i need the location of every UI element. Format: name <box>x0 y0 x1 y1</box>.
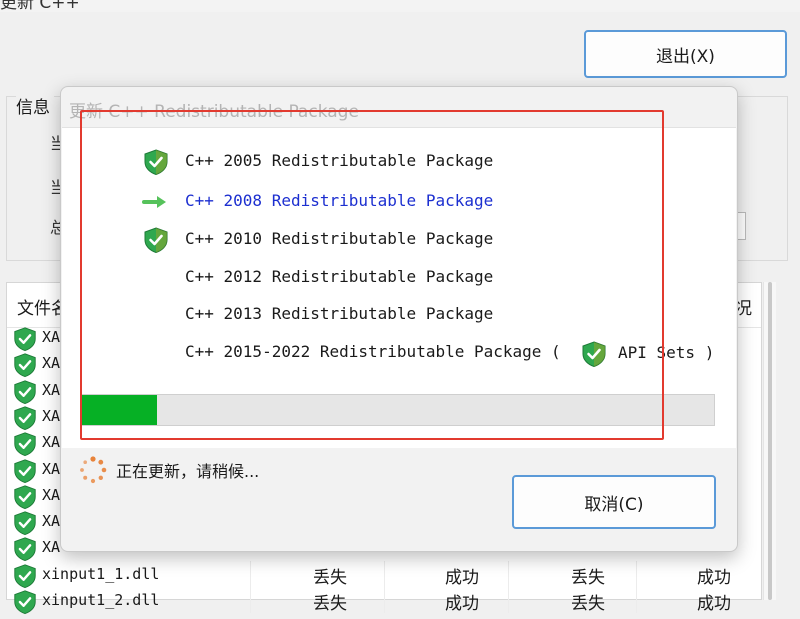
status-cell: 丢失 <box>571 568 605 588</box>
main-window-title: 更新 C++ <box>0 0 80 13</box>
status-cell: 成功 <box>697 594 731 614</box>
status-cell: 成功 <box>697 568 731 588</box>
exit-button[interactable]: 退出(X) <box>584 30 787 78</box>
file-name: XA <box>42 433 61 451</box>
status-cell: 成功 <box>445 568 479 588</box>
column-separator <box>250 561 251 587</box>
loading-spinner-icon <box>78 455 108 489</box>
cancel-button[interactable]: 取消(C) <box>512 475 716 529</box>
info-group-label: 信息 <box>16 93 54 118</box>
status-cell: 丢失 <box>313 568 347 588</box>
file-name: XA <box>42 328 61 346</box>
column-separator <box>250 587 251 613</box>
file-name: XA <box>42 381 61 399</box>
file-name: XA <box>42 512 61 530</box>
status-cell: 丢失 <box>313 594 347 614</box>
main-titlebar: 更新 C++ <box>0 0 800 13</box>
status-text: 正在更新，请稍候... <box>116 462 260 481</box>
shield-check-icon <box>12 589 38 619</box>
file-name: xinput1_2.dll <box>42 591 160 609</box>
column-separator <box>508 587 509 613</box>
file-name: XA <box>42 460 61 478</box>
status-cell: 丢失 <box>571 594 605 614</box>
file-name: XA <box>42 354 61 372</box>
file-name: xinput1_1.dll <box>42 565 160 583</box>
column-separator <box>636 561 637 587</box>
column-separator <box>384 587 385 613</box>
table-row[interactable]: xinput1_1.dll 丢失 成功 丢失 成功 <box>8 561 758 589</box>
status-cell: 成功 <box>445 594 479 614</box>
file-name: XA <box>42 486 61 504</box>
highlight-annotation <box>80 110 664 440</box>
file-name: XA <box>42 538 61 556</box>
column-separator <box>508 561 509 587</box>
column-separator <box>636 587 637 613</box>
column-separator <box>384 561 385 587</box>
table-row[interactable]: xinput1_2.dll 丢失 成功 丢失 成功 <box>8 587 758 615</box>
file-name: XA <box>42 407 61 425</box>
file-list-scrollbar[interactable] <box>763 282 776 600</box>
